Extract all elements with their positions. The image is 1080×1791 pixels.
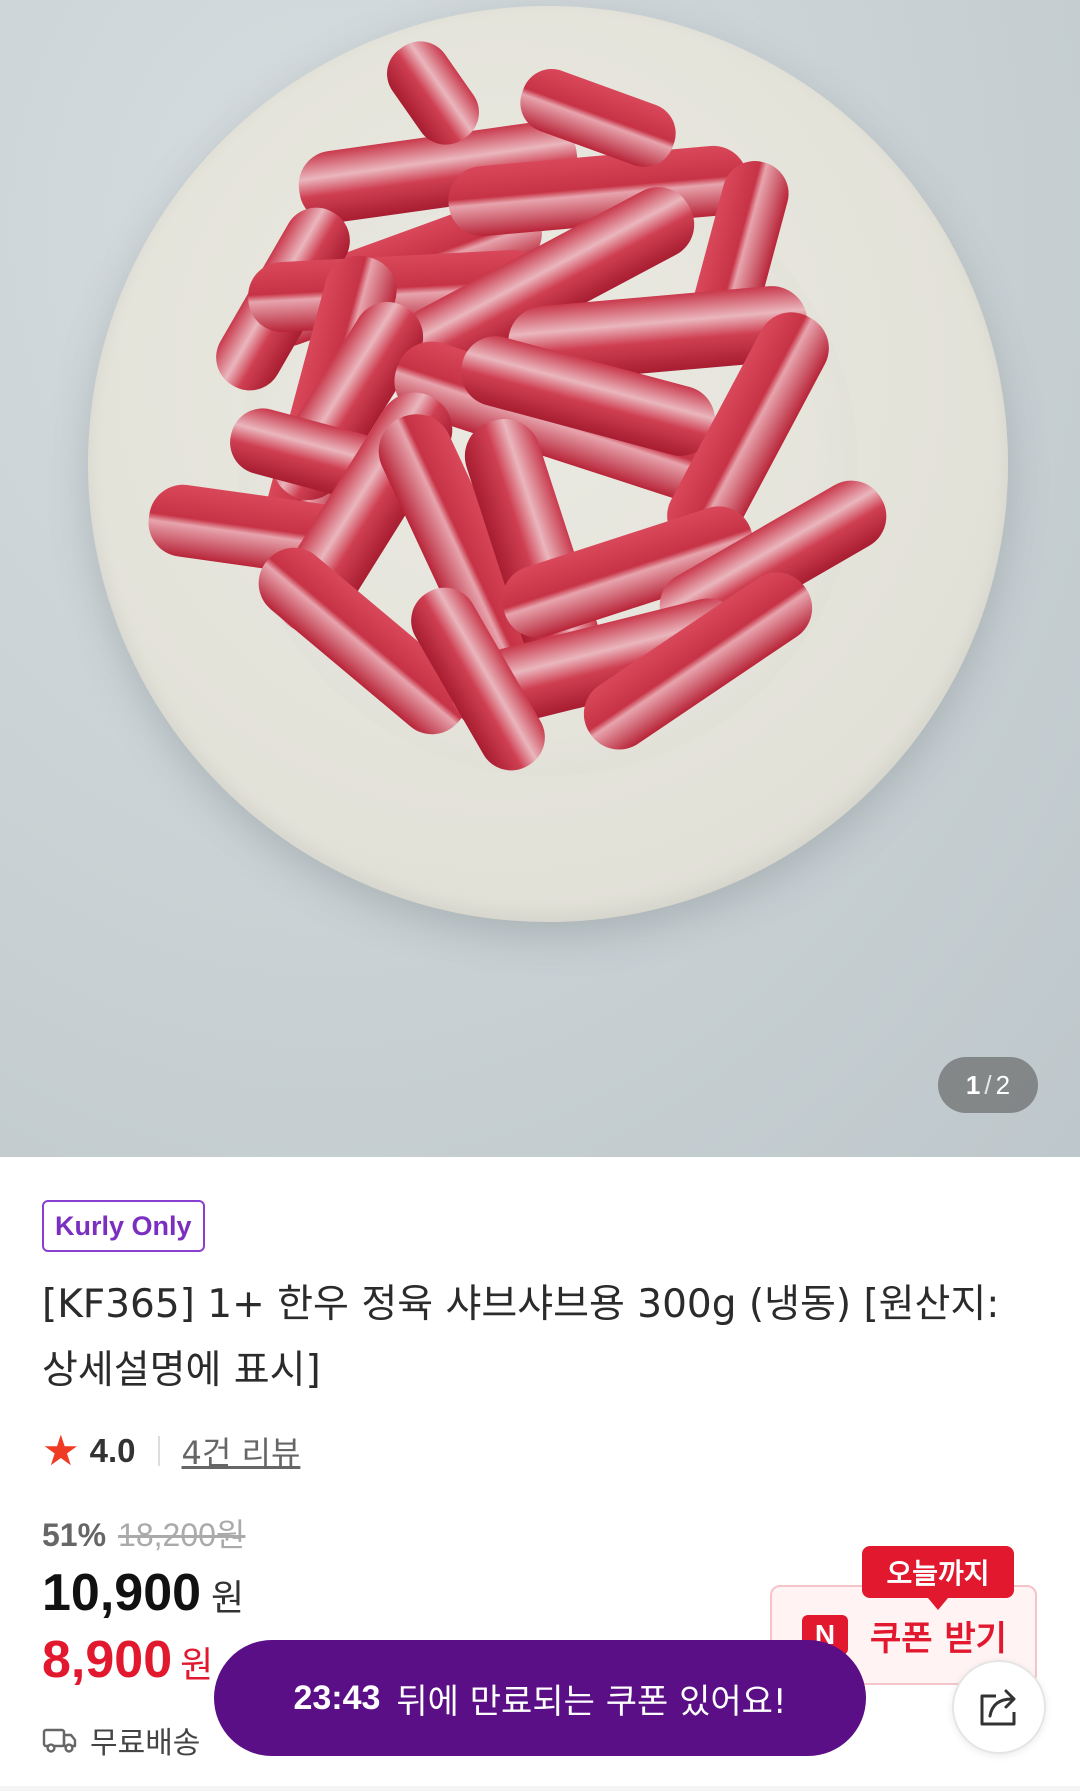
product-title-line1: [KF365] 1+ 한우 정육 샤브샤브용 300g (냉동) [원산지: <box>42 1282 1000 1327</box>
toast-message: 뒤에 만료되는 쿠폰 있어요! <box>396 1681 787 1722</box>
meat-rolls-graphic <box>148 41 887 771</box>
image-counter-separator: / <box>984 1069 992 1100</box>
product-image[interactable]: 1 / 2 <box>0 0 1080 1157</box>
bottom-divider <box>0 1786 1080 1791</box>
delivery-info: 무료배송 <box>42 1718 200 1762</box>
sale-price-unit: 원 <box>211 1578 245 1619</box>
discount-row: 51% 18,200원 <box>42 1510 245 1556</box>
image-counter-total: 2 <box>995 1069 1011 1100</box>
rating-score: 4.0 <box>89 1432 136 1469</box>
discount-rate: 51% <box>42 1517 107 1553</box>
coupon-deadline-tag: 오늘까지 <box>862 1546 1014 1610</box>
product-title-line2: 상세설명에 표시] <box>42 1348 321 1393</box>
kurly-only-badge: Kurly Only <box>42 1200 205 1252</box>
coupon-expiry-toast[interactable]: 23:43 뒤에 만료되는 쿠폰 있어요! <box>214 1640 866 1756</box>
star-icon: ★ <box>42 1426 80 1475</box>
rating-divider <box>157 1436 160 1466</box>
delivery-label: 무료배송 <box>90 1726 201 1761</box>
product-title: [KF365] 1+ 한우 정육 샤브샤브용 300g (냉동) [원산지: 상… <box>42 1272 1042 1404</box>
coupon-price-unit: 원 <box>180 1645 214 1686</box>
sale-price-value: 10,900 <box>42 1564 202 1622</box>
original-price: 18,200원 <box>118 1517 246 1553</box>
share-icon <box>980 1689 1016 1726</box>
share-button[interactable] <box>952 1660 1046 1754</box>
image-counter-current: 1 <box>965 1069 981 1100</box>
coupon-price-value: 8,900 <box>42 1631 173 1689</box>
image-counter: 1 / 2 <box>938 1057 1038 1113</box>
review-count-link[interactable]: 4건 리뷰 <box>182 1428 301 1474</box>
plate-graphic <box>88 6 1008 922</box>
coupon-price: 8,900 원 <box>42 1630 213 1690</box>
sale-price: 10,900 원 <box>42 1563 244 1623</box>
get-coupon-label: 쿠폰 받기 <box>870 1618 1007 1659</box>
rating-row: ★ 4.0 4건 리뷰 <box>42 1427 300 1475</box>
truck-icon <box>42 1728 77 1753</box>
toast-timer: 23:43 <box>293 1678 381 1717</box>
